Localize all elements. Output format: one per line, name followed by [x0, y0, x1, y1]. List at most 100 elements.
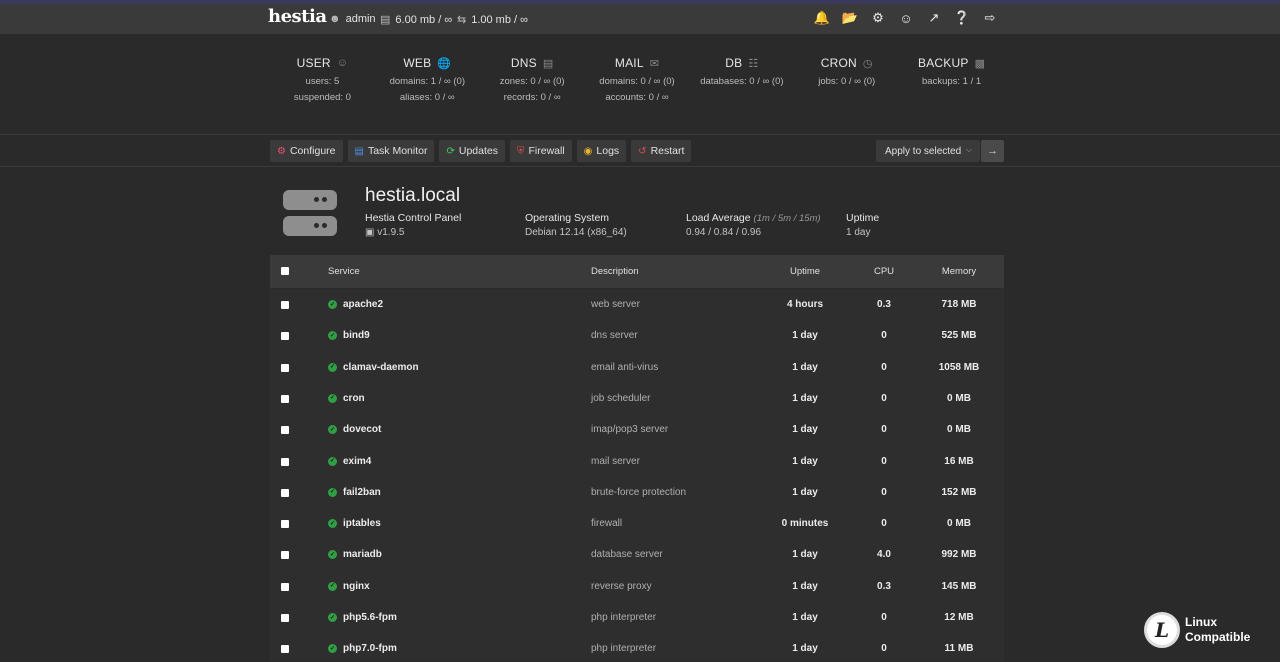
- table-row[interactable]: ✓ nginx reverse proxy 1 day 0.3 145 MB: [270, 571, 1004, 602]
- col-description[interactable]: Description: [591, 266, 639, 277]
- service-name-text: bind9: [343, 330, 370, 342]
- stat-line: jobs: 0 / ∞ (0): [818, 76, 876, 87]
- stats-panel: USER ☺ users: 5 suspended: 0 WEB 🌐 domains…: [270, 34, 1004, 134]
- apply-select-value: Apply to selected: [885, 145, 962, 157]
- stat-title: MAIL: [614, 56, 644, 70]
- row-checkbox[interactable]: [281, 551, 289, 560]
- service-memory: 0 MB: [947, 424, 971, 436]
- service-description: brute-force protection: [591, 486, 687, 498]
- table-row[interactable]: ✓ mariadb database server 1 day 4.0 992 MB: [270, 539, 1004, 570]
- service-name[interactable]: ✓ fail2ban: [328, 487, 381, 498]
- stat-cron[interactable]: CRON ◷ jobs: 0 / ∞ (0): [794, 34, 899, 134]
- col-cpu[interactable]: CPU: [864, 266, 904, 277]
- restart-icon: ↺: [638, 145, 647, 157]
- col-service[interactable]: Service: [328, 266, 360, 277]
- server-icon: [283, 190, 337, 242]
- row-checkbox[interactable]: [281, 520, 289, 529]
- bell-icon[interactable]: 🔔: [814, 10, 830, 26]
- table-row[interactable]: ✓ clamav-daemon email anti-virus 1 day 0 1058…: [270, 352, 1004, 383]
- status-ok-icon: ✓: [328, 393, 337, 403]
- row-checkbox[interactable]: [281, 426, 289, 435]
- clock-icon: ◷: [862, 57, 873, 70]
- table-row[interactable]: ✓ php5.6-fpm php interpreter 1 day 0 12 MB: [270, 602, 1004, 633]
- table-row[interactable]: ✓ cron job scheduler 1 day 0 0 MB: [270, 383, 1004, 414]
- service-description: php interpreter: [591, 612, 657, 623]
- logs-button[interactable]: ◉ Logs: [576, 140, 627, 162]
- stat-line: databases: 0 / ∞ (0): [700, 76, 784, 87]
- chart-icon[interactable]: ↗: [926, 10, 942, 26]
- row-checkbox[interactable]: [281, 332, 289, 341]
- status-ok-icon: ✓: [328, 487, 337, 497]
- table-row[interactable]: ✓ apache2 web server 4 hours 0.3 718 MB: [270, 289, 1004, 320]
- table-row[interactable]: ✓ exim4 mail server 1 day 0 16 MB: [270, 446, 1004, 477]
- users-icon: ☺: [336, 57, 349, 69]
- service-name[interactable]: ✓ clamav-daemon: [328, 362, 419, 373]
- configure-button[interactable]: ⚙ Configure: [270, 140, 343, 162]
- row-checkbox[interactable]: [281, 363, 289, 372]
- table-row[interactable]: ✓ dovecot imap/pop3 server 1 day 0 0 MB: [270, 414, 1004, 445]
- table-row[interactable]: ✓ bind9 dns server 1 day 0 525 MB: [270, 320, 1004, 351]
- service-description: firewall: [591, 518, 623, 530]
- restart-button[interactable]: ↺ Restart: [631, 140, 692, 162]
- service-memory: 0 MB: [947, 518, 971, 530]
- service-name[interactable]: ✓ bind9: [328, 330, 370, 341]
- row-checkbox[interactable]: [281, 301, 289, 309]
- help-icon[interactable]: ❔: [954, 10, 970, 26]
- service-name-text: mariadb: [343, 549, 382, 561]
- service-name[interactable]: ✓ php7.0-fpm: [328, 643, 397, 654]
- stat-web[interactable]: WEB 🌐 domains: 1 / ∞ (0) aliases: 0 / ∞: [375, 34, 480, 134]
- stat-title: USER: [296, 56, 331, 70]
- firewall-button[interactable]: ⛨ Firewall: [509, 140, 572, 162]
- hestia-logo[interactable]: hestia: [268, 6, 327, 27]
- stat-backup[interactable]: BACKUP ▩ backups: 1 / 1: [899, 34, 1004, 134]
- service-uptime: 0 minutes: [781, 518, 829, 530]
- binoculars-icon: ◉: [583, 145, 593, 157]
- load-label-text: Load Average: [686, 212, 751, 224]
- row-checkbox[interactable]: [281, 457, 289, 466]
- table-row[interactable]: ✓ iptables firewall 0 minutes 0 0 MB: [270, 508, 1004, 539]
- stat-dns[interactable]: DNS ▤ zones: 0 / ∞ (0) records: 0 / ∞: [480, 34, 585, 134]
- select-all-checkbox[interactable]: [281, 267, 289, 275]
- row-checkbox[interactable]: [281, 645, 289, 654]
- apply-to-selected-select[interactable]: Apply to selected ⌵: [876, 140, 980, 162]
- stat-mail[interactable]: MAIL ✉ domains: 0 / ∞ (0) accounts: 0 / ∞: [585, 34, 690, 134]
- service-name[interactable]: ✓ mariadb: [328, 549, 382, 560]
- service-name[interactable]: ✓ cron: [328, 393, 365, 404]
- stat-line: users: 5: [305, 76, 340, 87]
- table-row[interactable]: ✓ php7.0-fpm php interpreter 1 day 0 11 MB: [270, 633, 1004, 662]
- row-checkbox[interactable]: [281, 614, 289, 622]
- apply-go-button[interactable]: →: [981, 140, 1004, 162]
- updates-label: Updates: [458, 145, 498, 157]
- service-name[interactable]: ✓ php5.6-fpm: [328, 612, 397, 623]
- gear-icon[interactable]: ⚙: [870, 10, 886, 26]
- service-name[interactable]: ✓ exim4: [328, 456, 371, 467]
- os-label: Operating System: [525, 212, 610, 224]
- service-cpu: 0: [881, 330, 887, 342]
- row-checkbox[interactable]: [281, 488, 289, 497]
- service-memory: 16 MB: [944, 455, 974, 467]
- row-checkbox[interactable]: [281, 394, 289, 403]
- service-cpu: 0: [881, 612, 887, 623]
- restart-label: Restart: [650, 145, 685, 157]
- service-memory: 992 MB: [941, 549, 977, 561]
- service-name[interactable]: ✓ nginx: [328, 581, 370, 592]
- service-name[interactable]: ✓ dovecot: [328, 424, 381, 435]
- service-description: php interpreter: [591, 643, 657, 655]
- load-value: 0.94 / 0.84 / 0.96: [686, 227, 762, 238]
- stat-user[interactable]: USER ☺ users: 5 suspended: 0: [270, 34, 375, 134]
- service-name[interactable]: ✓ iptables: [328, 518, 381, 529]
- row-checkbox[interactable]: [281, 582, 289, 591]
- user-circle-icon[interactable]: ☺: [898, 10, 914, 26]
- service-memory: 145 MB: [941, 580, 977, 592]
- user-menu[interactable]: ☻ admin: [329, 13, 376, 25]
- stat-db[interactable]: DB ☷ databases: 0 / ∞ (0): [689, 34, 794, 134]
- logout-icon[interactable]: ⇨: [982, 10, 998, 26]
- service-name[interactable]: ✓ apache2: [328, 299, 383, 310]
- stat-title: BACKUP: [918, 56, 969, 70]
- col-memory[interactable]: Memory: [924, 266, 994, 277]
- updates-button[interactable]: ⟳ Updates: [439, 140, 505, 162]
- folder-icon[interactable]: 📂: [842, 10, 858, 26]
- task-monitor-button[interactable]: ▤ Task Monitor: [347, 140, 435, 162]
- col-uptime[interactable]: Uptime: [770, 266, 840, 277]
- table-row[interactable]: ✓ fail2ban brute-force protection 1 day 0 152…: [270, 477, 1004, 508]
